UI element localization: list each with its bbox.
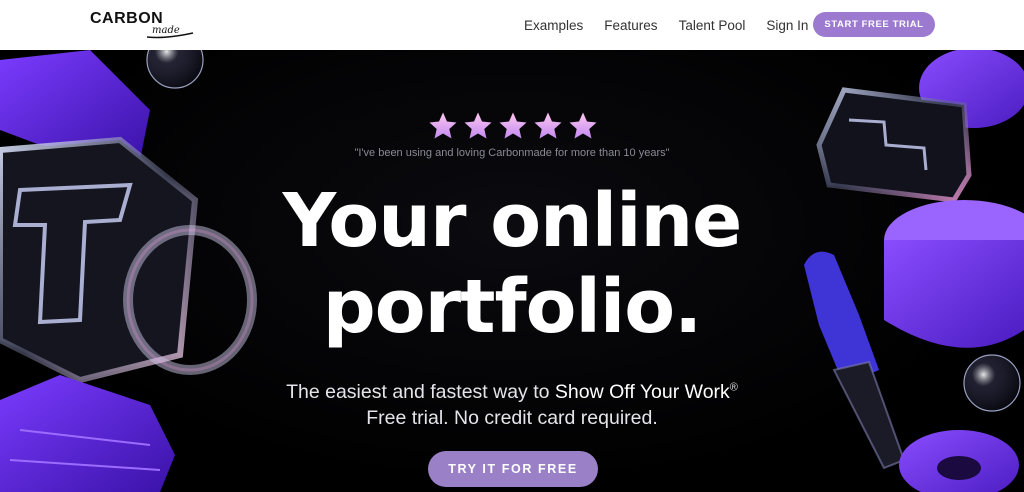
rating-stars xyxy=(428,111,598,141)
hero-section: "I've been using and loving Carbonmade f… xyxy=(0,50,1024,492)
main-nav: Examples Features Talent Pool Sign In xyxy=(524,0,829,50)
nav-sign-in[interactable]: Sign In xyxy=(766,18,808,33)
star-icon xyxy=(534,112,562,139)
hero-headline: Your online portfolio. xyxy=(0,178,1024,350)
site-header: CARBON made Examples Features Talent Poo… xyxy=(0,0,1024,50)
subheading-emphasis: Show Off Your Work xyxy=(554,381,730,403)
testimonial-quote: "I've been using and loving Carbonmade f… xyxy=(354,147,670,159)
headline-line-2: portfolio. xyxy=(322,264,702,350)
registered-mark: ® xyxy=(729,381,738,394)
try-it-free-button[interactable]: TRY IT FOR FREE xyxy=(428,451,598,487)
start-free-trial-button[interactable]: START FREE TRIAL xyxy=(813,12,935,37)
hero-trial-note: Free trial. No credit card required. xyxy=(366,407,658,429)
nav-features[interactable]: Features xyxy=(604,18,657,33)
nav-talent-pool[interactable]: Talent Pool xyxy=(679,18,746,33)
logo-wordmark: CARBON xyxy=(90,10,164,27)
logo-swoosh-icon xyxy=(146,32,194,39)
nav-examples[interactable]: Examples xyxy=(524,18,583,33)
star-icon xyxy=(464,112,492,139)
headline-line-1: Your online xyxy=(282,178,743,264)
star-icon xyxy=(429,112,457,139)
carbonmade-logo[interactable]: CARBON made xyxy=(90,11,200,41)
subheading-prefix: The easiest and fastest way to xyxy=(286,381,555,403)
hero-subheading: The easiest and fastest way to Show Off … xyxy=(0,381,1024,404)
star-icon xyxy=(499,112,527,139)
star-icon xyxy=(569,112,597,139)
